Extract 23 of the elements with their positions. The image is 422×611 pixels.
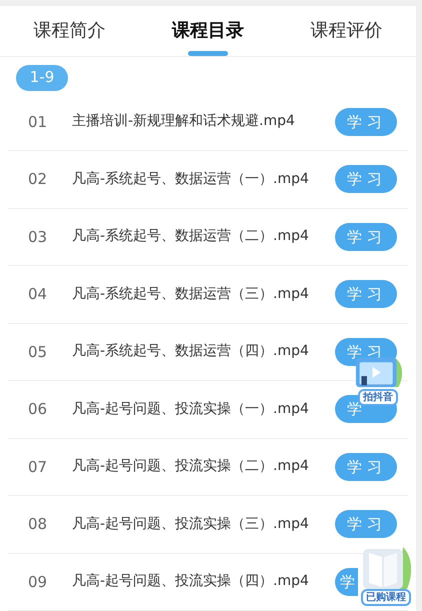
tab[interactable]: 课程目录 bbox=[138, 6, 278, 56]
tab[interactable]: 课程评价 bbox=[277, 6, 416, 56]
lesson-number: 08 bbox=[27, 514, 48, 535]
lesson-number: 04 bbox=[27, 284, 48, 305]
lesson-title[interactable]: 凡高-系统起号、数据运营（二）.mp4 bbox=[72, 226, 335, 248]
tab-indicator bbox=[188, 50, 228, 56]
lesson-number: 01 bbox=[27, 112, 48, 132]
badge-label[interactable]: 已购课程 bbox=[361, 589, 411, 606]
lesson-number: 05 bbox=[27, 342, 48, 362]
lesson-number: 07 bbox=[27, 456, 48, 478]
lesson-title[interactable]: 凡高-起号问题、投流实操（三）.mp4 bbox=[72, 514, 335, 535]
lesson-title[interactable]: 凡高-起号问题、投流实操（四）.mp4 bbox=[72, 571, 335, 592]
lesson-title[interactable]: 凡高-系统起号、数据运营（三）.mp4 bbox=[72, 284, 335, 305]
lesson-number: 06 bbox=[27, 399, 48, 420]
lesson-title[interactable]: 凡高-系统起号、数据运营（一）.mp4 bbox=[72, 168, 335, 190]
lesson-title[interactable]: 凡高-起号问题、投流实操（一）.mp4 bbox=[72, 398, 335, 420]
lesson-number: 03 bbox=[27, 226, 48, 248]
lesson-title[interactable]: 凡高-系统起号、数据运营（四）.mp4 bbox=[72, 341, 335, 362]
lesson-title[interactable]: 凡高-起号问题、投流实操（二）.mp4 bbox=[72, 456, 335, 478]
lesson-number: 09 bbox=[27, 572, 48, 592]
lesson-title[interactable]: 主播培训-新规理解和话术规避.mp4 bbox=[72, 111, 335, 132]
tab[interactable]: 课程简介 bbox=[0, 6, 139, 56]
lesson-number: 02 bbox=[27, 169, 48, 190]
